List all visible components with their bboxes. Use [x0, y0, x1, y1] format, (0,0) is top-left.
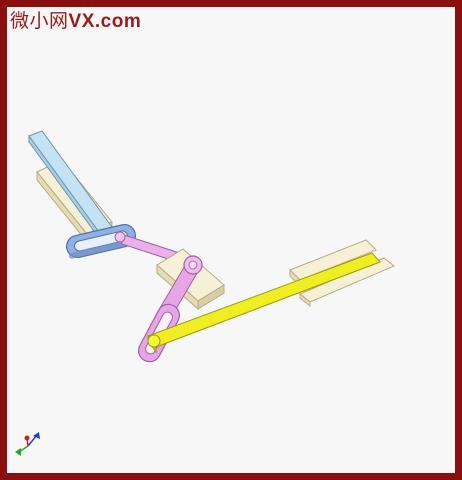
mechanism-scene	[15, 130, 395, 456]
axis-triad	[15, 432, 40, 456]
axis-x-arrow	[15, 448, 21, 456]
axis-y-marker	[24, 435, 30, 441]
